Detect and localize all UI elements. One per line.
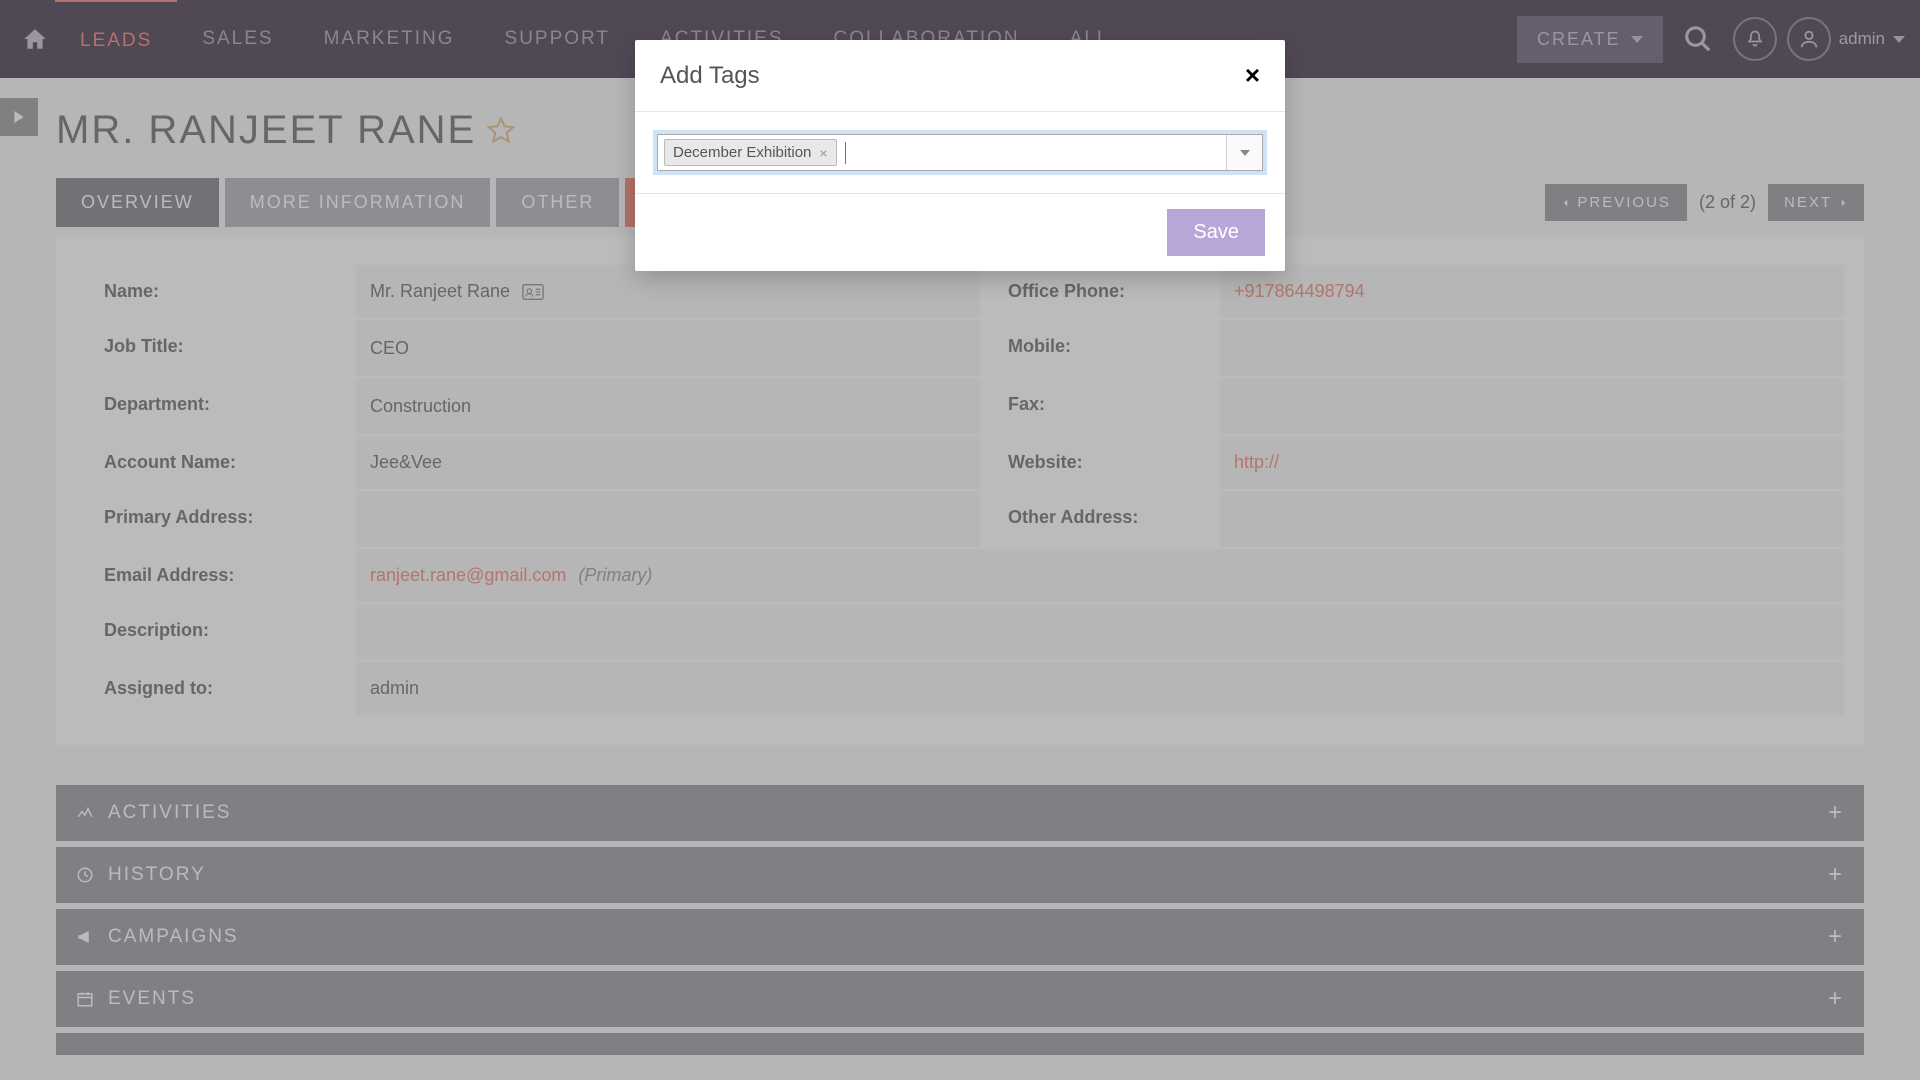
close-icon[interactable]: × xyxy=(1245,60,1260,91)
caret-down-icon xyxy=(1240,150,1250,156)
add-tags-modal: Add Tags × December Exhibition × Save xyxy=(635,40,1285,271)
tag-dropdown-button[interactable] xyxy=(1226,135,1262,170)
modal-header: Add Tags × xyxy=(635,40,1285,112)
tag-chip: December Exhibition × xyxy=(664,139,837,166)
tag-input-area[interactable]: December Exhibition × xyxy=(658,135,1226,170)
save-button[interactable]: Save xyxy=(1167,209,1265,256)
modal-overlay: Add Tags × December Exhibition × Save xyxy=(0,0,1920,1080)
tag-text-input[interactable] xyxy=(845,142,1220,164)
tag-chip-label: December Exhibition xyxy=(673,144,811,161)
modal-title: Add Tags xyxy=(660,62,760,90)
modal-footer: Save xyxy=(635,193,1285,271)
tag-select[interactable]: December Exhibition × xyxy=(657,134,1263,171)
modal-body: December Exhibition × xyxy=(635,112,1285,193)
remove-tag-icon[interactable]: × xyxy=(819,145,827,161)
